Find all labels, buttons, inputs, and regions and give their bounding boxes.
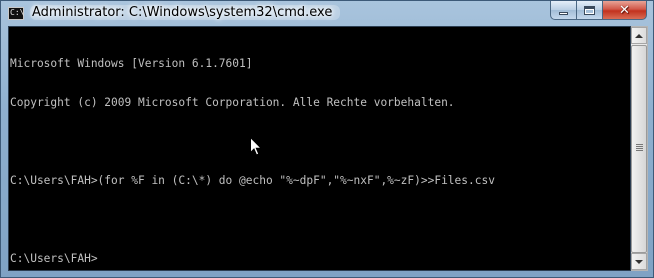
cmd-window: C:\ Administrator: C:\Windows\system32\c… (0, 0, 654, 278)
close-icon: ✕ (619, 2, 630, 18)
console-prompt-line[interactable]: C:\Users\FAH> (10, 252, 630, 265)
console-line: C:\Users\FAH>(for %F in (C:\*) do @echo … (10, 174, 495, 187)
minimize-icon (559, 11, 568, 15)
maximize-icon (584, 5, 595, 15)
vertical-scrollbar[interactable] (631, 26, 648, 271)
minimize-button[interactable] (550, 1, 577, 20)
scroll-up-arrow-icon (635, 33, 643, 38)
console-output[interactable]: Microsoft Windows [Version 6.1.7601] Cop… (8, 26, 631, 271)
console-line: Copyright (c) 2009 Microsoft Corporation… (10, 96, 455, 109)
scroll-up-button[interactable] (631, 27, 647, 44)
close-button[interactable]: ✕ (603, 1, 647, 20)
scroll-down-arrow-icon (635, 259, 643, 264)
window-title: Administrator: C:\Windows\system32\cmd.e… (30, 5, 341, 20)
console-line: Microsoft Windows [Version 6.1.7601] (10, 57, 253, 70)
title-bar[interactable]: C:\ Administrator: C:\Windows\system32\c… (1, 1, 653, 25)
maximize-button[interactable] (577, 1, 603, 20)
caption-buttons: ✕ (550, 1, 647, 20)
scroll-thumb[interactable] (631, 45, 647, 253)
cmd-console-icon[interactable]: C:\ (8, 7, 24, 20)
thumb-grip-icon (636, 144, 643, 152)
mouse-pointer-icon (250, 137, 262, 156)
scroll-down-button[interactable] (631, 253, 647, 270)
